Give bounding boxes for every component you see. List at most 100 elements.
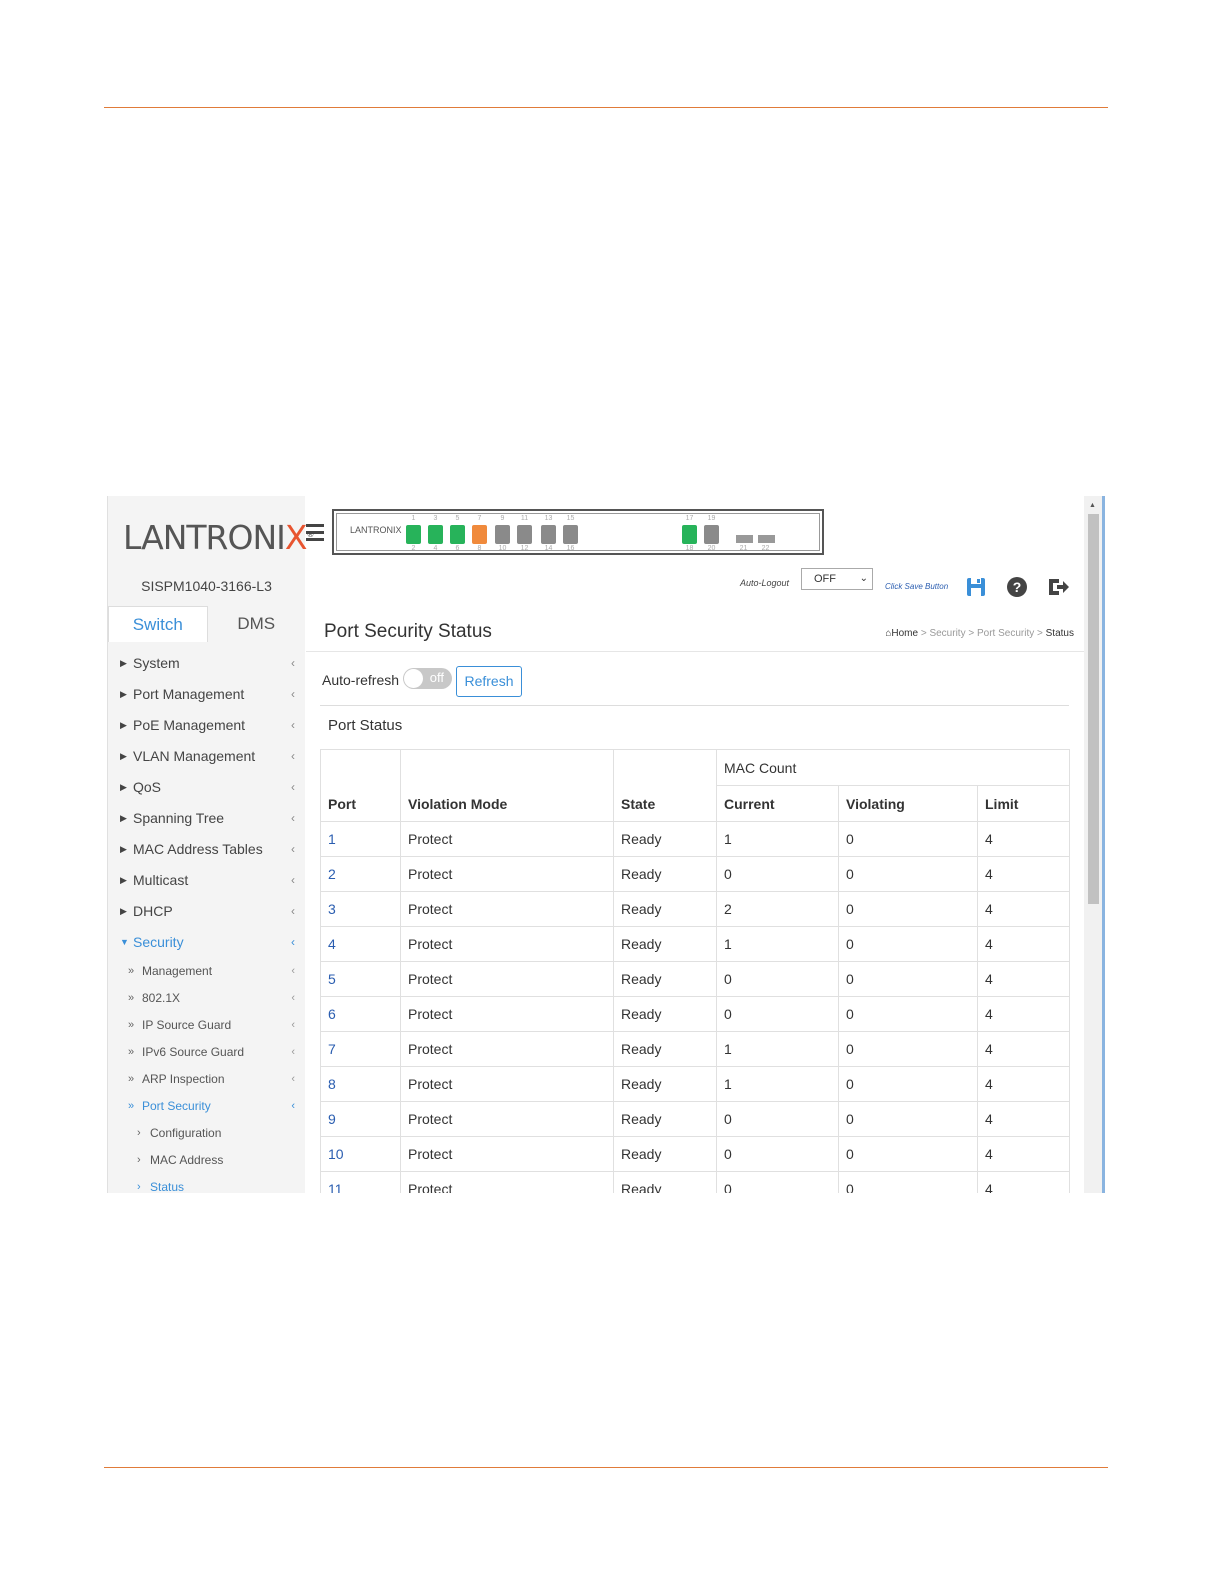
refresh-button[interactable]: Refresh xyxy=(456,666,522,697)
cell-port[interactable]: 10 xyxy=(320,1136,401,1172)
port-7-icon[interactable] xyxy=(541,525,556,544)
breadcrumb-security[interactable]: Security xyxy=(929,628,965,639)
cell-violation-mode: Protect xyxy=(400,891,614,927)
combo-port-1-icon[interactable] xyxy=(682,525,697,544)
cell-port[interactable]: 2 xyxy=(320,856,401,892)
breadcrumb-home[interactable]: ⌂Home xyxy=(885,628,918,639)
cell-state: Ready xyxy=(613,996,717,1032)
double-chevron-icon: » xyxy=(128,992,135,1004)
cell-current: 0 xyxy=(716,856,839,892)
sidebar-subitem-ipv6-source-guard[interactable]: » IPv6 Source Guard ‹ xyxy=(108,1039,305,1066)
sidebar-subitem-mac-address[interactable]: › MAC Address xyxy=(108,1147,305,1174)
caret-right-icon: ▶ xyxy=(120,906,127,916)
sidebar-subitem-ip-source-guard[interactable]: » IP Source Guard ‹ xyxy=(108,1012,305,1039)
sidebar-item-qos[interactable]: ▶ QoS ‹ xyxy=(108,772,305,803)
port-8-icon[interactable] xyxy=(563,525,578,544)
cell-state: Ready xyxy=(613,961,717,997)
port-2-icon[interactable] xyxy=(428,525,443,544)
cell-port[interactable]: 1 xyxy=(320,821,401,857)
svg-text:?: ? xyxy=(1013,579,1022,595)
logout-icon[interactable] xyxy=(1046,576,1070,598)
port-number-label: 5 xyxy=(455,515,460,522)
sidebar-item-spanning-tree[interactable]: ▶ Spanning Tree ‹ xyxy=(108,803,305,834)
sidebar-item-mac-address-tables[interactable]: ▶ MAC Address Tables ‹ xyxy=(108,834,305,865)
cell-limit: 4 xyxy=(976,1136,1071,1172)
help-icon[interactable]: ? xyxy=(1006,576,1028,598)
cell-violating: 0 xyxy=(838,1101,978,1137)
cell-current: 1 xyxy=(716,821,839,857)
sfp-port-2-icon[interactable] xyxy=(758,535,775,543)
main-content: Port Security Status ⌂Home > Security > … xyxy=(306,609,1084,1193)
cell-state: Ready xyxy=(613,1171,717,1193)
col-header-violating: Violating xyxy=(838,785,978,822)
cell-port[interactable]: 8 xyxy=(320,1066,401,1102)
sidebar: LANTRONIX® SISPM1040-3166-L3 Switch DMS … xyxy=(108,496,315,1193)
port-number-label: 12 xyxy=(520,545,529,552)
sidebar-item-vlan-management[interactable]: ▶ VLAN Management ‹ xyxy=(108,741,305,772)
cell-current: 0 xyxy=(716,1171,839,1193)
port-number-label: 22 xyxy=(761,545,770,552)
cell-violating: 0 xyxy=(838,926,978,962)
auto-refresh-label: Auto-refresh xyxy=(322,672,400,688)
port-number-label: 14 xyxy=(544,545,553,552)
cell-port[interactable]: 3 xyxy=(320,891,401,927)
cell-port[interactable]: 5 xyxy=(320,961,401,997)
toggle-knob xyxy=(404,669,423,688)
sidebar-item-system[interactable]: ▶ System ‹ xyxy=(108,648,305,679)
sidebar-subitem-port-security[interactable]: » Port Security ‹ xyxy=(108,1093,305,1120)
sidebar-subitem-management[interactable]: » Management ‹ xyxy=(108,958,305,985)
sidebar-subitem-status[interactable]: › Status xyxy=(108,1174,305,1193)
sidebar-item-multicast[interactable]: ▶ Multicast ‹ xyxy=(108,865,305,896)
page-title: Port Security Status xyxy=(324,621,492,642)
cell-current: 1 xyxy=(716,926,839,962)
table-row: 3 Protect Ready 2 0 4 xyxy=(320,891,1071,927)
sidebar-item-security[interactable]: ▼ Security ‹ xyxy=(108,927,305,958)
cell-limit: 4 xyxy=(976,926,1071,962)
sidebar-item-dhcp[interactable]: ▶ DHCP ‹ xyxy=(108,896,305,927)
cell-limit: 4 xyxy=(976,891,1071,927)
sidebar-subitem-configuration[interactable]: › Configuration xyxy=(108,1120,305,1147)
port-number-label: 1 xyxy=(411,515,416,522)
table-body: 1 Protect Ready 1 0 4 2 Protect Ready 0 0 4 3 Protect… xyxy=(320,821,1071,1193)
auto-logout-label: Auto-Logout xyxy=(740,578,790,588)
table-row: 8 Protect Ready 1 0 4 xyxy=(320,1066,1071,1102)
cell-port[interactable]: 6 xyxy=(320,996,401,1032)
combo-port-2-icon[interactable] xyxy=(704,525,719,544)
sfp-port-1-icon[interactable] xyxy=(736,535,753,543)
save-icon[interactable] xyxy=(965,576,987,598)
table-row: 6 Protect Ready 0 0 4 xyxy=(320,996,1071,1032)
chevron-left-icon: ‹ xyxy=(291,718,295,732)
scrollbar-thumb[interactable] xyxy=(1088,514,1099,904)
cell-port[interactable]: 4 xyxy=(320,926,401,962)
sidebar-item-port-management[interactable]: ▶ Port Management ‹ xyxy=(108,679,305,710)
port-1-icon[interactable] xyxy=(406,525,421,544)
auto-refresh-toggle[interactable]: off xyxy=(403,668,452,689)
port-5-icon[interactable] xyxy=(495,525,510,544)
hamburger-menu-icon[interactable] xyxy=(306,524,324,545)
auto-logout-select[interactable]: OFF ⌄ xyxy=(801,568,873,590)
cell-port[interactable]: 11 xyxy=(320,1171,401,1193)
lantronix-logo: LANTRONIX® xyxy=(123,518,315,557)
breadcrumb-port-security[interactable]: Port Security xyxy=(977,628,1034,639)
sidebar-subitem-arp-inspection[interactable]: » ARP Inspection ‹ xyxy=(108,1066,305,1093)
port-6-icon[interactable] xyxy=(517,525,532,544)
cell-port[interactable]: 9 xyxy=(320,1101,401,1137)
tab-dms[interactable]: DMS xyxy=(208,606,306,642)
cell-current: 2 xyxy=(716,891,839,927)
cell-current: 1 xyxy=(716,1066,839,1102)
port-4-icon[interactable] xyxy=(472,525,487,544)
col-header-violation-mode: Violation Mode xyxy=(400,749,614,822)
table-row: 2 Protect Ready 0 0 4 xyxy=(320,856,1071,892)
sidebar-subitem-802-1x[interactable]: » 802.1X ‹ xyxy=(108,985,305,1012)
caret-right-icon: ▶ xyxy=(120,689,127,699)
port-number-label: 8 xyxy=(477,545,482,552)
tab-switch[interactable]: Switch xyxy=(108,606,208,642)
table-row: 9 Protect Ready 0 0 4 xyxy=(320,1101,1071,1137)
sidebar-item-poe-management[interactable]: ▶ PoE Management ‹ xyxy=(108,710,305,741)
cell-port[interactable]: 7 xyxy=(320,1031,401,1067)
chevron-left-icon: ‹ xyxy=(291,1019,295,1031)
port-3-icon[interactable] xyxy=(450,525,465,544)
caret-right-icon: ▶ xyxy=(120,844,127,854)
scroll-up-arrow-icon[interactable]: ▲ xyxy=(1089,502,1096,509)
port-number-label: 9 xyxy=(500,515,505,522)
